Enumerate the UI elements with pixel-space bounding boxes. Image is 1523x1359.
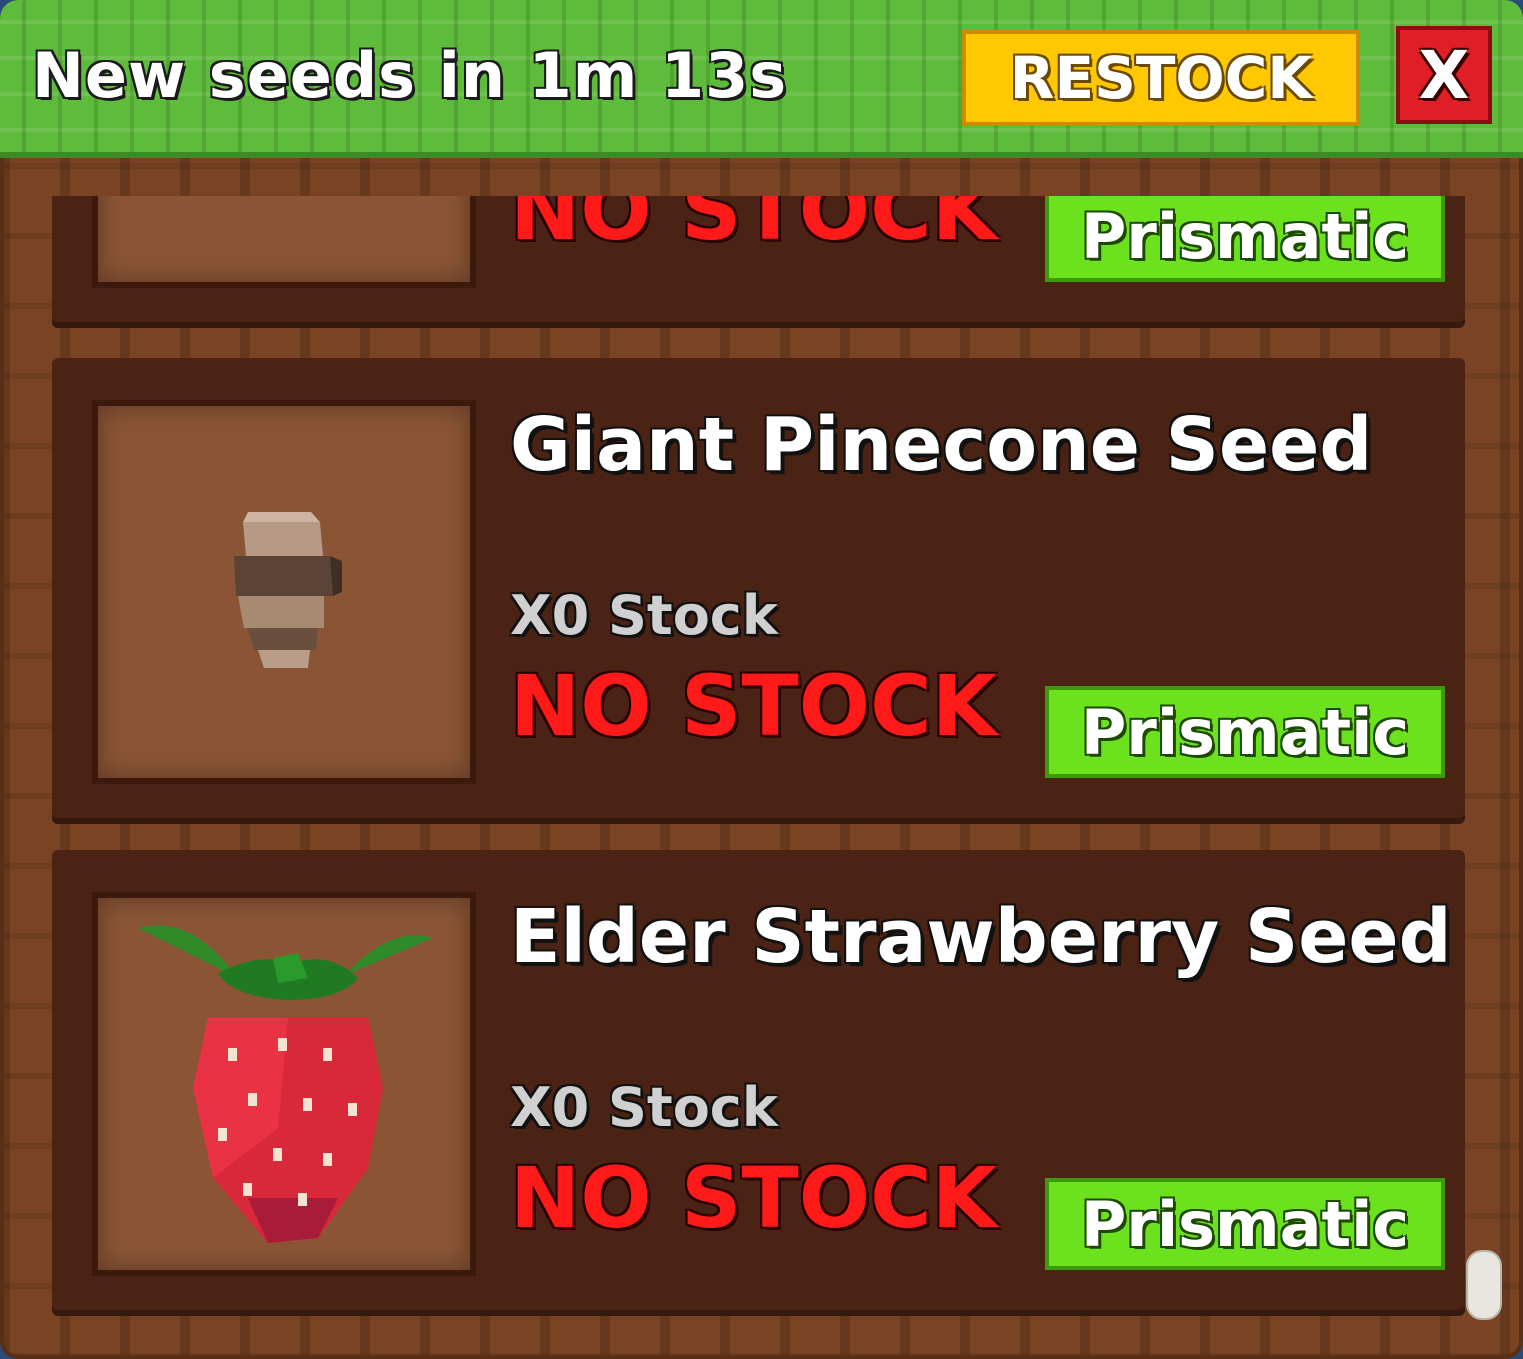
seed-name: Giant Pinecone Seed [510, 402, 1373, 488]
no-stock-label: NO STOCK [510, 196, 997, 259]
strawberry-icon [138, 925, 433, 1243]
rarity-button[interactable]: Prismatic [1045, 1178, 1445, 1270]
shop-header: New seeds in 1m 13s RESTOCK X [0, 0, 1523, 158]
seed-card[interactable]: Giant Pinecone Seed X0 Stock NO STOCK Pr… [52, 358, 1465, 824]
seed-thumbnail [92, 196, 476, 288]
stock-count: X0 Stock [510, 1076, 778, 1139]
close-button[interactable]: X [1396, 26, 1492, 124]
no-stock-label: NO STOCK [510, 657, 997, 755]
seed-thumbnail [92, 400, 476, 784]
rarity-button[interactable]: Prismatic [1045, 196, 1445, 282]
scrollbar-thumb[interactable] [1466, 1250, 1502, 1320]
restock-timer: New seeds in 1m 13s [32, 39, 788, 112]
pinecone-icon [234, 512, 342, 668]
stock-count: X0 Stock [510, 584, 778, 647]
seed-list[interactable]: NO STOCK Prismatic Giant Pinecone Seed X… [0, 196, 1523, 1326]
seed-card[interactable]: NO STOCK Prismatic [52, 196, 1465, 328]
seed-thumbnail [92, 892, 476, 1276]
seed-card[interactable]: Elder Strawberry Seed X0 Stock NO STOCK … [52, 850, 1465, 1316]
no-stock-label: NO STOCK [510, 1149, 997, 1247]
seed-shop-window: New seeds in 1m 13s RESTOCK X NO STOCK P… [0, 0, 1523, 1359]
rarity-button[interactable]: Prismatic [1045, 686, 1445, 778]
restock-button[interactable]: RESTOCK [962, 30, 1360, 126]
seed-name: Elder Strawberry Seed [510, 894, 1452, 980]
